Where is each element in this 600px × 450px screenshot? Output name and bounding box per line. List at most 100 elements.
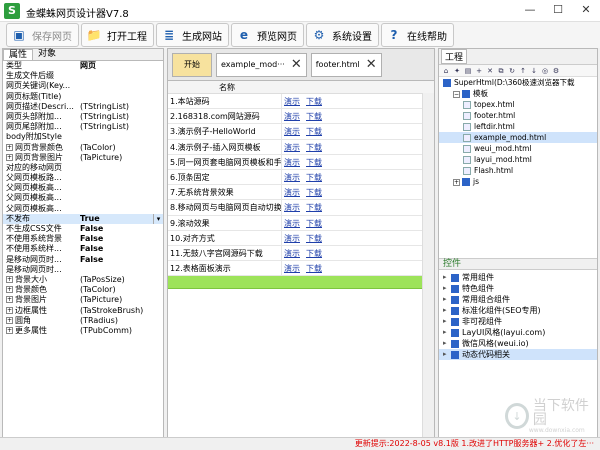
property-row[interactable]: 不使用系统样... False xyxy=(3,244,163,254)
property-row[interactable]: + 背景颜色 (TaColor) xyxy=(3,285,163,295)
expand-icon[interactable]: − xyxy=(453,90,460,98)
demo-link[interactable]: 演示 xyxy=(284,173,300,182)
property-value[interactable]: 网页 xyxy=(78,61,163,71)
property-value[interactable] xyxy=(78,163,163,173)
control-group[interactable]: ▸ 动态代码相关 xyxy=(439,349,597,360)
download-link[interactable]: 下载 xyxy=(306,127,322,136)
property-row[interactable]: + 背景图片 (TaPicture) xyxy=(3,295,163,305)
property-value[interactable]: (TaColor) xyxy=(78,285,163,295)
demo-link[interactable]: 演示 xyxy=(284,127,300,136)
download-link[interactable]: 下载 xyxy=(306,173,322,182)
property-value[interactable]: False xyxy=(78,244,163,254)
expand-icon[interactable]: + xyxy=(6,296,13,304)
property-row[interactable]: + 更多属性 (TPubComm) xyxy=(3,326,163,336)
demo-link[interactable]: 演示 xyxy=(284,249,300,258)
dropdown-icon[interactable]: ▾ xyxy=(153,213,163,224)
tree-node[interactable]: footer.html xyxy=(439,110,597,121)
property-row[interactable]: body附加Style xyxy=(3,132,163,142)
control-group[interactable]: ▸ 常用组合组件 xyxy=(439,294,597,305)
close-tab-icon[interactable]: ✕ xyxy=(366,57,377,72)
tab-project[interactable]: 工程 xyxy=(441,49,468,64)
ie-button[interactable]: e 预览网页 xyxy=(231,23,304,47)
property-value[interactable]: False xyxy=(78,224,163,234)
control-group[interactable]: ▸ 常用组件 xyxy=(439,272,597,283)
property-row[interactable]: 网页关键词(Key... xyxy=(3,81,163,91)
property-value[interactable]: (TaPosSize) xyxy=(78,275,163,285)
tab-footer[interactable]: footer.html ✕ xyxy=(310,52,382,77)
tree-node[interactable]: − 模板 xyxy=(439,88,597,99)
expand-icon[interactable]: + xyxy=(6,326,13,334)
property-row[interactable]: 类型 网页 xyxy=(3,61,163,71)
expand-icon[interactable]: + xyxy=(6,143,13,151)
property-value[interactable]: (TaPicture) xyxy=(78,295,163,305)
down-icon[interactable]: ↓ xyxy=(529,66,539,76)
property-row[interactable]: 网页尾部附加... (TStringList) xyxy=(3,122,163,132)
property-row[interactable]: 生成文件后缀 xyxy=(3,71,163,81)
tree-node[interactable]: example_mod.html xyxy=(439,132,597,143)
folder-icon[interactable]: ▤ xyxy=(463,66,473,76)
minimize-button[interactable]: — xyxy=(516,0,544,22)
tab-controls[interactable]: 控件 xyxy=(439,258,597,270)
tree-node[interactable]: topex.html xyxy=(439,99,597,110)
property-value[interactable] xyxy=(78,173,163,183)
download-link[interactable]: 下载 xyxy=(306,97,322,106)
property-row[interactable]: + 边框属性 (TaStrokeBrush) xyxy=(3,306,163,316)
property-row[interactable]: 父网页模板高... xyxy=(3,183,163,193)
property-value[interactable]: (TStringList) xyxy=(78,112,163,122)
tab-objects[interactable]: 对象 xyxy=(33,49,61,60)
demo-link[interactable]: 演示 xyxy=(284,158,300,167)
caret-right-icon[interactable]: ▸ xyxy=(443,338,451,349)
caret-right-icon[interactable]: ▸ xyxy=(443,272,451,283)
property-row[interactable]: 网页标题(Title) xyxy=(3,92,163,102)
download-link[interactable]: 下载 xyxy=(306,234,322,243)
control-group[interactable]: ▸ 微信风格(weui.io) xyxy=(439,338,597,349)
control-group[interactable]: ▸ 标准化组件(SEO专用) xyxy=(439,305,597,316)
download-link[interactable]: 下载 xyxy=(306,264,322,273)
property-row[interactable]: 不使用系统背景 False xyxy=(3,234,163,244)
property-value[interactable]: False xyxy=(78,255,163,265)
property-value[interactable] xyxy=(78,92,163,102)
control-group[interactable]: ▸ 特色组件 xyxy=(439,283,597,294)
refresh-icon[interactable]: ↻ xyxy=(507,66,517,76)
gear-button[interactable]: ⚙ 系统设置 xyxy=(306,23,379,47)
caret-right-icon[interactable]: ▸ xyxy=(443,283,451,294)
property-row[interactable]: 是移动网页时... xyxy=(3,265,163,275)
close-button[interactable]: ✕ xyxy=(572,0,600,22)
tab-start[interactable]: 开始 xyxy=(172,52,212,77)
property-value[interactable]: (TaColor) xyxy=(78,143,163,153)
property-row[interactable]: 父网页模板路... xyxy=(3,173,163,183)
save-button[interactable]: ▣ 保存网页 xyxy=(6,23,79,47)
tree-node[interactable]: layui_mod.html xyxy=(439,154,597,165)
caret-right-icon[interactable]: ▸ xyxy=(443,327,451,338)
property-row[interactable]: + 背景大小 (TaPosSize) xyxy=(3,275,163,285)
download-link[interactable]: 下载 xyxy=(306,203,322,212)
property-row[interactable]: 不生成CSS文件 False xyxy=(3,224,163,234)
download-link[interactable]: 下载 xyxy=(306,143,322,152)
up-icon[interactable]: ↑ xyxy=(518,66,528,76)
property-row[interactable]: 网页头部附加... (TStringList) xyxy=(3,112,163,122)
property-value[interactable]: False xyxy=(78,234,163,244)
tree-node[interactable]: + js xyxy=(439,176,597,187)
expand-icon[interactable]: + xyxy=(453,178,460,186)
property-value[interactable] xyxy=(78,132,163,142)
property-row[interactable]: + 圆角 (TRadius) xyxy=(3,316,163,326)
tab-properties[interactable]: 属性 xyxy=(3,49,34,60)
vertical-scrollbar[interactable] xyxy=(422,93,434,447)
copy-icon[interactable]: ⧉ xyxy=(496,66,506,76)
property-row[interactable]: 是移动网页时... False xyxy=(3,255,163,265)
maximize-button[interactable]: ☐ xyxy=(544,0,572,22)
property-row[interactable]: 网页描述(Descri... (TStringList) xyxy=(3,102,163,112)
property-row[interactable]: 父网页模板高... xyxy=(3,204,163,214)
demo-link[interactable]: 演示 xyxy=(284,97,300,106)
property-value[interactable] xyxy=(78,71,163,81)
property-value[interactable]: (TStringList) xyxy=(78,122,163,132)
download-link[interactable]: 下载 xyxy=(306,112,322,121)
expand-icon[interactable]: + xyxy=(6,275,13,283)
tree-node[interactable]: Flash.html xyxy=(439,165,597,176)
property-value[interactable]: (TRadius) xyxy=(78,316,163,326)
stack-button[interactable]: ≣ 生成网站 xyxy=(156,23,229,47)
expand-icon[interactable]: + xyxy=(6,286,13,294)
download-link[interactable]: 下载 xyxy=(306,158,322,167)
new-icon[interactable]: ✦ xyxy=(452,66,462,76)
tree-node[interactable]: weui_mod.html xyxy=(439,143,597,154)
